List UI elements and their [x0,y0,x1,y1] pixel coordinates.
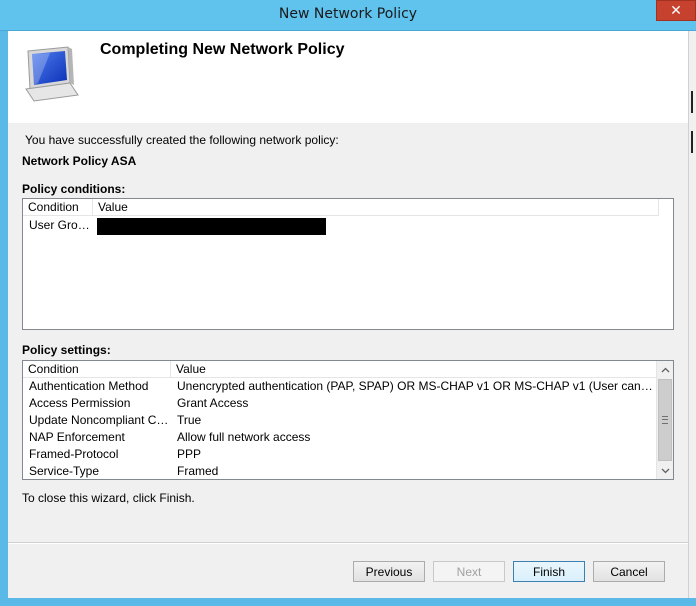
policy-conditions-label: Policy conditions: [22,182,126,196]
policy-conditions-list[interactable]: Condition Value User Groups [22,198,674,330]
wizard-page-title: Completing New Network Policy [100,41,345,58]
value-cell: Allow full network access [177,430,311,444]
chevron-down-icon[interactable] [657,462,673,479]
cancel-button[interactable]: Cancel [593,561,665,582]
value-cell: PPP [177,447,202,461]
redacted-value [97,218,326,235]
settings-list-header: Condition Value [23,361,657,378]
policy-settings-list[interactable]: Condition Value Authentication Method Un… [22,360,674,480]
wizard-client-area: Completing New Network Policy You have s… [8,31,688,598]
settings-row[interactable]: NAP Enforcement Allow full network acces… [23,429,655,446]
wizard-header: Completing New Network Policy [8,31,688,123]
button-separator [8,542,688,544]
condition-cell: NAP Enforcement [29,430,125,444]
condition-cell: Update Noncompliant Clients [29,413,171,427]
column-header-value[interactable]: Value [171,361,657,377]
condition-cell: Service-Type [29,464,100,478]
chevron-up-icon[interactable] [657,361,673,378]
computer-monitor-icon [25,46,79,102]
condition-cell: Framed-Protocol [29,447,119,461]
value-cell: Framed [177,464,219,478]
settings-row[interactable]: Update Noncompliant Clients True [23,412,655,429]
window-right-edge [688,31,696,598]
edge-mark [691,91,693,113]
column-header-condition[interactable]: Condition [23,361,171,377]
settings-row[interactable]: Framed-Protocol PPP [23,446,655,463]
condition-cell: Access Permission [29,396,131,410]
settings-row[interactable]: Service-Type Framed [23,463,655,479]
value-cell: Unencrypted authentication (PAP, SPAP) O… [177,379,655,393]
close-icon: ✕ [670,2,682,19]
grip-icon [662,416,668,424]
scrollbar-thumb[interactable] [658,379,672,461]
next-button[interactable]: Next [433,561,505,582]
previous-button[interactable]: Previous [353,561,425,582]
policy-name: Network Policy ASA [22,154,137,168]
condition-cell: Authentication Method [29,379,149,393]
policy-settings-label: Policy settings: [22,343,111,357]
column-header-value[interactable]: Value [93,199,659,215]
value-cell: True [177,413,202,427]
window-title: New Network Policy [278,6,418,22]
close-instruction: To close this wizard, click Finish. [22,491,195,505]
value-cell: Grant Access [177,396,249,410]
settings-row[interactable]: Authentication Method Unencrypted authen… [23,378,655,395]
condition-cell: User Groups [29,218,93,232]
settings-row[interactable]: Access Permission Grant Access [23,395,655,412]
title-bar[interactable]: New Network Policy ✕ [0,0,696,31]
edge-mark [691,131,693,153]
intro-text: You have successfully created the follow… [25,133,339,147]
close-button[interactable]: ✕ [656,0,696,21]
finish-button[interactable]: Finish [513,561,585,582]
conditions-list-header: Condition Value [23,199,659,216]
column-header-condition[interactable]: Condition [23,199,93,215]
settings-scrollbar[interactable] [656,361,673,479]
